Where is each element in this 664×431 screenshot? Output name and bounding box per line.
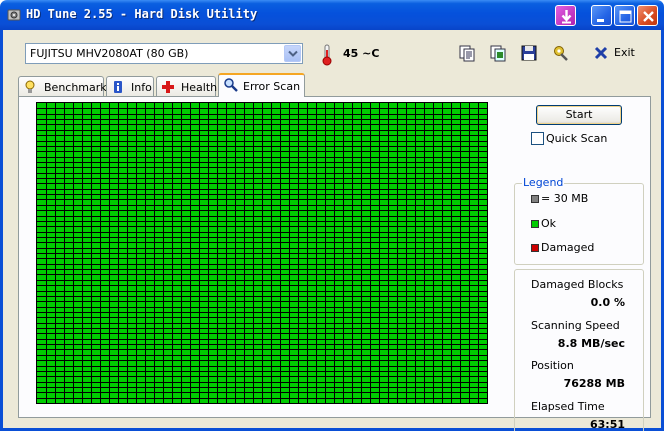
start-button[interactable]: Start: [536, 105, 622, 125]
legend-group: Legend = 30 MB Ok Damaged: [514, 176, 644, 265]
tab-label: Info: [131, 81, 152, 94]
tab-health[interactable]: Health: [156, 76, 218, 96]
tab-error-scan[interactable]: Error Scan: [218, 73, 305, 97]
scan-block-grid: [36, 102, 488, 404]
legend-title: Legend: [522, 176, 565, 189]
damaged-blocks-label: Damaged Blocks: [531, 278, 624, 291]
temperature-readout: 45 ~C: [343, 47, 380, 60]
quick-scan-label: Quick Scan: [546, 132, 608, 145]
minimize-icon: [597, 19, 604, 22]
down-arrow-icon: [561, 10, 572, 24]
dropdown-button[interactable]: [284, 45, 301, 62]
tab-info[interactable]: Info: [106, 76, 154, 96]
exit-icon: [594, 46, 608, 60]
position-value: 76288 MB: [563, 377, 625, 390]
window-title: HD Tune 2.55 - Hard Disk Utility: [26, 7, 258, 21]
error-scan-panel: Start Quick Scan Legend = 30 MB Ok Damag…: [18, 96, 651, 431]
damaged-blocks-value: 0.0 %: [590, 296, 625, 309]
drive-select-value: FUJITSU MHV2080AT (80 GB): [30, 47, 189, 60]
scanning-speed-label: Scanning Speed: [531, 319, 620, 332]
app-icon[interactable]: [6, 7, 22, 23]
copy-image-icon[interactable]: [489, 44, 507, 62]
elapsed-time-label: Elapsed Time: [531, 400, 605, 413]
elapsed-time-value: 63:51: [589, 418, 625, 431]
tab-label: Health: [181, 81, 218, 94]
position-label: Position: [531, 359, 574, 372]
title-bar[interactable]: HD Tune 2.55 - Hard Disk Utility: [0, 0, 664, 30]
legend-label: Ok: [541, 217, 557, 230]
legend-swatch-red: [531, 244, 539, 252]
close-icon: [643, 11, 654, 22]
pin-button[interactable]: [555, 5, 576, 26]
tab-label: Error Scan: [243, 80, 301, 93]
health-icon: [162, 81, 174, 93]
legend-item-block-size: = 30 MB: [531, 192, 588, 205]
options-icon[interactable]: [552, 44, 570, 62]
legend-item-ok: Ok: [531, 217, 556, 230]
scanning-speed-value: 8.8 MB/sec: [557, 337, 625, 350]
drive-select[interactable]: FUJITSU MHV2080AT (80 GB): [25, 43, 303, 64]
chevron-down-icon: [288, 50, 298, 57]
thermometer-icon: [321, 44, 333, 66]
maximize-button[interactable]: [614, 5, 635, 26]
tab-label: Benchmark: [44, 81, 107, 94]
error-scan-icon: [224, 78, 238, 92]
minimize-button[interactable]: [591, 5, 612, 26]
exit-label: Exit: [614, 46, 635, 59]
legend-label: = 30 MB: [541, 192, 589, 205]
benchmark-icon: [25, 80, 35, 93]
legend-item-damaged: Damaged: [531, 241, 594, 254]
legend-swatch-gray: [531, 195, 539, 203]
info-icon: [114, 81, 122, 93]
stats-group: Damaged Blocks 0.0 % Scanning Speed 8.8 …: [514, 269, 644, 431]
copy-text-icon[interactable]: [458, 44, 476, 62]
close-button[interactable]: [637, 5, 658, 26]
save-icon[interactable]: [520, 44, 538, 62]
legend-swatch-green: [531, 220, 539, 228]
quick-scan-checkbox[interactable]: [531, 132, 544, 145]
scan-block-map: [37, 103, 487, 403]
window-body: FUJITSU MHV2080AT (80 GB) 45 ~C Exit Ben…: [0, 30, 664, 431]
tab-benchmark[interactable]: Benchmark: [18, 76, 107, 96]
legend-label: Damaged: [541, 241, 595, 254]
maximize-icon: [619, 10, 632, 23]
